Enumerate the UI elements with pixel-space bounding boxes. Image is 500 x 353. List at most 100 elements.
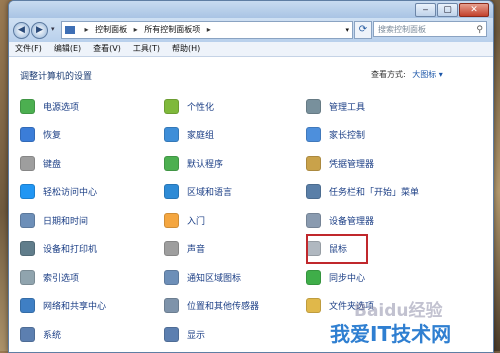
system-icon [20, 326, 35, 342]
item-sync-center[interactable]: 同步中心 [306, 268, 365, 286]
item-indexing[interactable]: 索引选项 [20, 268, 79, 286]
item-location-sensors[interactable]: 位置和其他传感器 [164, 297, 259, 315]
item-recovery[interactable]: 恢复 [20, 126, 61, 144]
item-display[interactable]: 显示 [164, 325, 205, 343]
device-manager-icon [306, 212, 321, 228]
menu-tools[interactable]: 工具(T) [127, 42, 166, 56]
refresh-button[interactable]: ⟳ [354, 21, 372, 39]
item-label: 恢复 [43, 131, 62, 141]
item-homegroup[interactable]: 家庭组 [164, 126, 214, 144]
item-label: 轻松访问中心 [43, 188, 98, 198]
item-keyboard[interactable]: 键盘 [20, 154, 61, 172]
view-by-label: 查看方式: [371, 70, 406, 79]
power-options-icon [20, 98, 35, 114]
address-bar[interactable]: ▸ 控制面板 ▸ 所有控制面板项 ▸ ▾ [61, 21, 353, 39]
parental-controls-icon [306, 127, 321, 142]
region-language-icon [164, 184, 179, 199]
notification-icons-icon [164, 269, 179, 285]
item-label: 同步中心 [329, 273, 366, 284]
recent-pages-dropdown[interactable]: ▾ [51, 25, 55, 33]
admin-tools-icon [306, 98, 321, 114]
item-taskbar-start[interactable]: 任务栏和「开始」菜单 [306, 183, 419, 201]
item-label: 位置和其他传感器 [187, 302, 260, 312]
keyboard-icon [20, 155, 35, 171]
menu-bar: 文件(F) 编辑(E) 查看(V) 工具(T) 帮助(H) [9, 42, 493, 57]
minimize-button[interactable]: ‒ [415, 3, 436, 17]
devices-printers-icon [20, 241, 35, 256]
address-row: ◀ ▶ ▾ ▸ 控制面板 ▸ 所有控制面板项 ▸ ▾ ⟳ 搜索控制面板 ⚲ [9, 18, 493, 42]
item-getting-started[interactable]: 入门 [164, 211, 205, 229]
item-default-programs[interactable]: 默认程序 [164, 154, 223, 172]
item-admin-tools[interactable]: 管理工具 [306, 97, 365, 115]
breadcrumb-all-items[interactable]: 所有控制面板项 [144, 22, 200, 38]
maximize-button[interactable]: ▢ [437, 3, 458, 17]
item-notification-icons[interactable]: 通知区域图标 [164, 268, 241, 286]
credential-manager-icon [306, 155, 321, 171]
search-icon: ⚲ [476, 25, 483, 35]
item-personalization[interactable]: 个性化 [164, 97, 214, 115]
title-bar: ‒ ▢ ✕ [9, 1, 493, 18]
item-label: 家庭组 [187, 131, 215, 141]
item-label: 电源选项 [43, 102, 80, 113]
control-panel-icon [65, 25, 75, 34]
view-by-dropdown[interactable]: 大图标 ▾ [412, 70, 443, 79]
item-label: 凭据管理器 [329, 159, 375, 170]
chevron-right-icon: ▸ [133, 25, 138, 34]
item-label: 网络和共享中心 [43, 302, 107, 312]
menu-edit[interactable]: 编辑(E) [48, 42, 87, 56]
menu-view[interactable]: 查看(V) [87, 42, 127, 56]
date-time-icon [20, 212, 35, 228]
mouse-highlight-box [306, 234, 368, 264]
homegroup-icon [164, 127, 179, 142]
item-parental-controls[interactable]: 家长控制 [306, 126, 365, 144]
item-sound[interactable]: 声音 [164, 240, 205, 258]
item-label: 通知区域图标 [187, 273, 242, 284]
item-label: 设备管理器 [329, 216, 375, 227]
default-programs-icon [164, 155, 179, 171]
item-devices-printers[interactable]: 设备和打印机 [20, 240, 97, 258]
item-label: 系统 [43, 330, 62, 341]
recovery-icon [20, 127, 35, 142]
item-label: 声音 [187, 245, 206, 255]
location-sensors-icon [164, 298, 179, 313]
folder-options-icon [306, 298, 321, 313]
close-button[interactable]: ✕ [459, 3, 489, 17]
item-system[interactable]: 系统 [20, 325, 61, 343]
item-label: 管理工具 [329, 102, 366, 113]
view-by: 查看方式: 大图标 ▾ [371, 69, 443, 80]
menu-file[interactable]: 文件(F) [9, 42, 48, 56]
indexing-icon [20, 269, 35, 285]
item-label: 区域和语言 [187, 188, 233, 198]
page-title: 调整计算机的设置 [20, 72, 93, 82]
item-label: 任务栏和「开始」菜单 [329, 188, 420, 198]
item-credential-manager[interactable]: 凭据管理器 [306, 154, 374, 172]
address-dropdown-icon[interactable]: ▾ [345, 22, 349, 38]
back-button[interactable]: ◀ [13, 22, 30, 39]
taskbar-start-icon [306, 184, 321, 199]
item-label: 设备和打印机 [43, 245, 98, 255]
getting-started-icon [164, 212, 179, 228]
item-label: 索引选项 [43, 273, 80, 284]
network-sharing-icon [20, 298, 35, 313]
chevron-right-icon: ▸ [206, 25, 211, 34]
item-date-time[interactable]: 日期和时间 [20, 211, 88, 229]
menu-help[interactable]: 帮助(H) [166, 42, 206, 56]
breadcrumb-control-panel[interactable]: 控制面板 [95, 22, 127, 38]
search-input[interactable]: 搜索控制面板 ⚲ [373, 21, 487, 37]
item-network-sharing[interactable]: 网络和共享中心 [20, 297, 106, 315]
personalization-icon [164, 98, 179, 114]
item-power-options[interactable]: 电源选项 [20, 97, 79, 115]
item-label: 个性化 [187, 102, 215, 113]
item-label: 显示 [187, 330, 206, 341]
item-label: 入门 [187, 216, 206, 227]
sync-center-icon [306, 269, 321, 285]
item-label: 日期和时间 [43, 216, 89, 227]
item-label: 家长控制 [329, 131, 366, 141]
ease-of-access-icon [20, 184, 35, 199]
item-region-language[interactable]: 区域和语言 [164, 183, 232, 201]
display-icon [164, 326, 179, 342]
item-ease-of-access[interactable]: 轻松访问中心 [20, 183, 97, 201]
item-label: 默认程序 [187, 159, 224, 170]
item-device-manager[interactable]: 设备管理器 [306, 211, 374, 229]
forward-button[interactable]: ▶ [31, 22, 48, 39]
